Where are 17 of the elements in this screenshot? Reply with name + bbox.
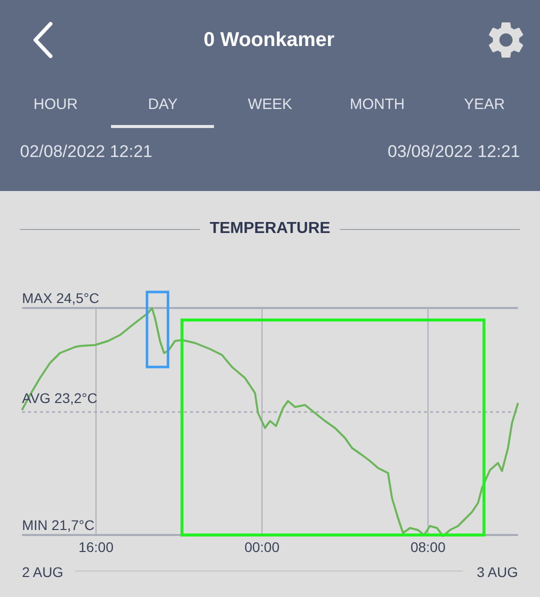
section-title: TEMPERATURE: [210, 220, 330, 238]
period-tab[interactable]: YEAR: [432, 90, 536, 128]
x-axis-label: 16:00: [78, 539, 114, 555]
back-icon[interactable]: [32, 21, 54, 59]
x-axis-label: 08:00: [410, 539, 446, 555]
y-axis-label: MIN 21,7°C: [22, 517, 95, 533]
y-axis-label: MAX 24,5°C: [22, 290, 100, 306]
x-axis-label: 00:00: [244, 539, 280, 555]
start-date: 02/08/2022 12:21: [20, 142, 152, 162]
period-tab[interactable]: HOUR: [4, 90, 108, 128]
period-tab[interactable]: MONTH: [326, 90, 429, 128]
start-day-label: 2 AUG: [22, 564, 64, 580]
period-tab[interactable]: DAY: [111, 90, 214, 128]
room-title: 0 Woonkamer: [204, 28, 334, 52]
period-tab[interactable]: WEEK: [218, 90, 322, 128]
end-date: 03/08/2022 12:21: [388, 142, 520, 162]
end-day-label: 3 AUG: [476, 564, 518, 580]
